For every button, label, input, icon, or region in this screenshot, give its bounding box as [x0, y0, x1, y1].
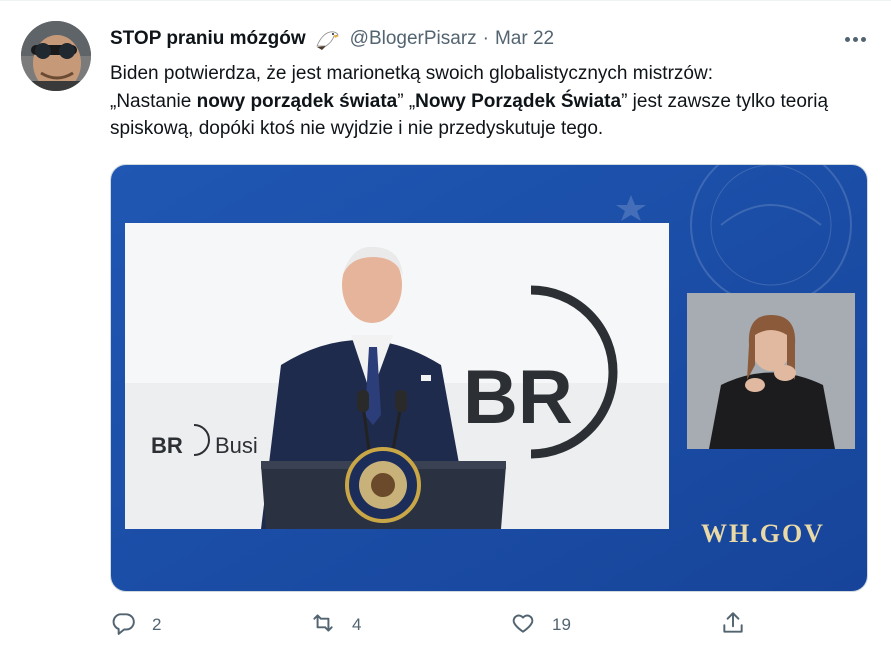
bold-phrase-1: nowy porządek świata — [196, 90, 398, 112]
like-count: 19 — [552, 615, 571, 634]
separator: · — [482, 28, 489, 49]
tweet-actions: 2 4 19 — [110, 608, 870, 642]
bold-phrase-2: Nowy Porządek Świata — [415, 90, 622, 112]
retweet-icon — [310, 610, 336, 641]
share-button[interactable] — [720, 608, 746, 642]
author-handle[interactable]: @BlogerPisarz — [350, 28, 477, 50]
reply-count: 2 — [152, 615, 162, 634]
business-sign-text: Busi — [215, 433, 258, 458]
quote-open-1: „Nastanie — [110, 90, 197, 112]
tweet-header: STOP praniu mózgów @BlogerPisarz · Mar 2… — [110, 26, 554, 52]
tweet-text-line1: Biden potwierdza, że jest marionetką swo… — [110, 63, 713, 84]
eagle-emoji-icon — [314, 26, 340, 52]
tweet-media-image[interactable]: BR BR Busi WH.GOV — [110, 164, 868, 592]
tweet-text: Biden potwierdza, że jest marionetką swo… — [110, 60, 870, 143]
whgov-watermark: WH.GOV — [701, 519, 825, 548]
br-logo-small: BR — [151, 433, 183, 458]
tweet-date[interactable]: Mar 22 — [495, 28, 554, 50]
like-icon — [510, 610, 536, 641]
more-options-icon[interactable] — [842, 26, 868, 52]
retweet-button[interactable]: 4 — [310, 608, 361, 642]
author-name[interactable]: STOP praniu mózgów — [110, 28, 306, 50]
quote-close-1: ” — [397, 90, 409, 112]
retweet-count: 4 — [352, 615, 362, 634]
br-logo-large: BR — [463, 355, 573, 440]
reply-button[interactable]: 2 — [110, 608, 161, 642]
avatar[interactable] — [21, 21, 91, 91]
top-divider — [0, 0, 891, 1]
share-icon — [720, 610, 746, 641]
reply-icon — [110, 610, 136, 641]
like-button[interactable]: 19 — [510, 608, 571, 642]
